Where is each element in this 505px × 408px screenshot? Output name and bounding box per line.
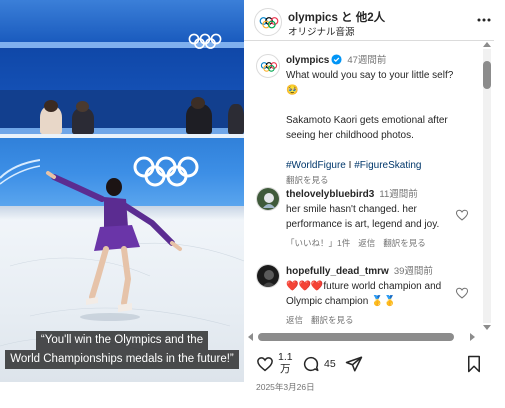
olympics-logo-icon: [259, 17, 279, 29]
translate-link[interactable]: 翻訳を見る: [311, 315, 354, 325]
post-date: 2025年3月26日: [256, 382, 315, 392]
reel-viewer: “You'll win the Olympics and the World C…: [0, 0, 505, 408]
horizontal-scroll-thumb[interactable]: [258, 333, 454, 341]
hashtag-separator: I: [345, 160, 355, 171]
comment-count[interactable]: 45: [324, 358, 336, 370]
comment-bubble-icon[interactable]: [302, 355, 320, 373]
commenter-avatar[interactable]: [256, 187, 280, 211]
reply-button[interactable]: 返信: [358, 238, 375, 248]
scroll-left-arrow-icon[interactable]: [248, 333, 253, 341]
olympic-rings-icon: [188, 33, 222, 49]
comment-text: her smile hasn't changed. her performanc…: [286, 204, 440, 230]
author-avatar[interactable]: [254, 8, 282, 36]
video-caption-line-1: “You'll win the Olympics and the: [0, 330, 244, 350]
olympics-logo-icon: [260, 62, 278, 72]
comment-username[interactable]: thelovelybluebird3: [286, 189, 374, 200]
like-count[interactable]: 1.1 万: [278, 351, 293, 375]
scroll-up-arrow-icon[interactable]: [483, 42, 491, 47]
caption-line-1: What would you say to your little self?: [286, 70, 454, 81]
barrier-graphic: [0, 159, 40, 185]
caption-emoji: 🥹: [286, 85, 299, 96]
hashtag-worldfigure[interactable]: #WorldFigure: [286, 160, 346, 171]
comment-username[interactable]: hopefully_dead_tmrw: [286, 266, 389, 277]
vertical-scroll-thumb[interactable]: [483, 61, 491, 89]
commenter-avatar[interactable]: [256, 264, 280, 288]
horizontal-scrollbar[interactable]: [244, 331, 494, 343]
comment-like-heart-icon[interactable]: [455, 286, 469, 300]
comment-time[interactable]: 39週間前: [394, 266, 433, 277]
reply-button[interactable]: 返信: [286, 315, 303, 325]
comment-like-heart-icon[interactable]: [455, 208, 469, 222]
caption-username[interactable]: olympics: [286, 55, 329, 66]
author-avatar[interactable]: [256, 54, 280, 78]
like-heart-icon[interactable]: [256, 355, 274, 373]
hashtag-figureskating[interactable]: #FigureSkating: [354, 160, 421, 171]
video-caption-line-2: World Championships medals in the future…: [0, 349, 244, 369]
caption-time[interactable]: 47週間前: [347, 55, 386, 66]
comment-text: ❤️❤️❤️future world champion and Olympic …: [286, 281, 442, 307]
vertical-scrollbar[interactable]: [481, 41, 493, 331]
verified-badge-icon: [331, 54, 342, 65]
scroll-down-arrow-icon[interactable]: [483, 325, 491, 330]
more-options-icon[interactable]: [476, 12, 492, 28]
video-player[interactable]: “You'll win the Olympics and the World C…: [0, 0, 244, 382]
caption-translate-link[interactable]: 翻訳を見る: [286, 175, 329, 185]
action-bar: 1.1 万 45: [244, 345, 494, 381]
dark-avatar-icon: [257, 265, 279, 287]
bird-avatar-icon: [257, 188, 279, 210]
caption-line-2: Sakamoto Kaori gets emotional after seei…: [286, 115, 448, 141]
bookmark-icon[interactable]: [466, 355, 482, 373]
post-header: olympics と 他2人 オリジナル音源: [252, 6, 492, 38]
comment-likes[interactable]: 「いいね！」1件: [286, 238, 350, 248]
figure-skater: [46, 171, 182, 321]
scroll-right-arrow-icon[interactable]: [470, 333, 475, 341]
comment-time[interactable]: 11週間前: [379, 189, 417, 200]
share-send-icon[interactable]: [345, 355, 363, 373]
post-author-title[interactable]: olympics と 他2人: [288, 9, 385, 25]
comments-scroll-area[interactable]: olympics 47週間前 What would you say to your…: [244, 41, 482, 331]
translate-link[interactable]: 翻訳を見る: [383, 238, 426, 248]
audio-source-label[interactable]: オリジナル音源: [288, 24, 355, 38]
